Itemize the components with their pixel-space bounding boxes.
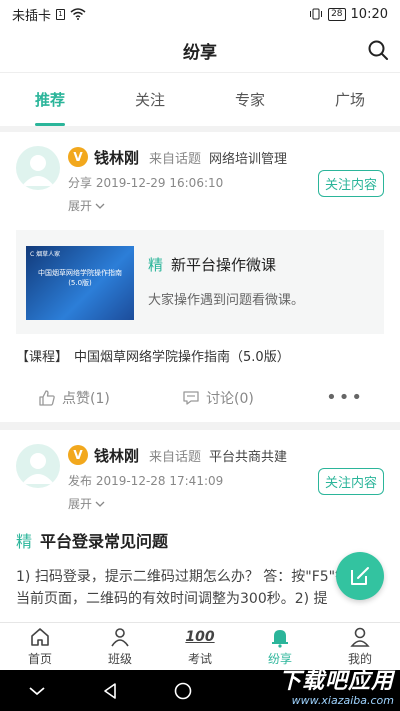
comment-button[interactable]: 讨论(0)	[182, 388, 254, 408]
compose-button[interactable]	[336, 552, 384, 600]
tab-experts[interactable]: 专家	[200, 73, 300, 126]
nav-share[interactable]: 纷享	[240, 623, 320, 670]
expand-label: 展开	[68, 199, 93, 213]
like-label: 点赞(1)	[62, 390, 110, 407]
post-body[interactable]: 1) 扫码登录，提示二维码过期怎么办？ 答：按"F5"键刷新当前页面，二维码的有…	[16, 566, 384, 610]
nav-me-label: 我的	[347, 652, 372, 666]
expand-toggle[interactable]: 展开	[68, 197, 105, 214]
class-icon	[111, 628, 129, 647]
post-card: V 钱林刚 来自话题 平台共商共建 发布 2019-12-28 17:41:09…	[0, 430, 400, 622]
chevron-down-icon[interactable]	[28, 685, 46, 697]
sim-icon: 1	[56, 8, 66, 20]
nav-home[interactable]: 首页	[0, 623, 80, 670]
author-name[interactable]: 钱林刚	[94, 147, 139, 168]
exam-icon: 100	[185, 629, 215, 645]
avatar[interactable]	[16, 146, 60, 190]
post-card: V 钱林刚 来自话题 网络培训管理 分享 2019-12-29 16:06:10…	[0, 132, 400, 422]
profile-icon	[350, 627, 370, 647]
search-icon[interactable]	[366, 38, 390, 62]
home-circle-icon[interactable]	[174, 682, 192, 700]
tab-recommend[interactable]: 推荐	[0, 73, 100, 126]
wifi-icon	[70, 8, 86, 20]
post-actions: 点赞(1) 讨论(0) •••	[16, 387, 384, 408]
course-title: 新平台操作微课	[171, 256, 277, 274]
tab-follow[interactable]: 关注	[100, 73, 200, 126]
post-title[interactable]: 精平台登录常见问题	[16, 528, 384, 552]
author-name[interactable]: 钱林刚	[94, 445, 139, 466]
page-title: 纷享	[183, 42, 217, 63]
feed-list[interactable]: V 钱林刚 来自话题 网络培训管理 分享 2019-12-29 16:06:10…	[0, 132, 400, 622]
featured-tag: 精	[16, 532, 33, 551]
watermark-title: 下载吧应用	[278, 669, 394, 694]
course-description: 大家操作遇到问题看微课。	[148, 293, 305, 308]
edit-icon	[351, 567, 369, 585]
nav-class-label: 班级	[107, 652, 132, 666]
watermark-logo: 下载吧应用 www.xiazaiba.com	[224, 670, 394, 711]
verified-badge-icon: V	[68, 445, 88, 465]
comment-icon	[183, 390, 199, 405]
comment-label: 讨论(0)	[206, 390, 254, 407]
bottom-nav: 首页 班级 100 考试 纷享 我的	[0, 622, 400, 670]
nav-class[interactable]: 班级	[80, 623, 160, 670]
from-label: 来自话题	[149, 151, 202, 167]
course-type-tag: 【课程】	[16, 350, 69, 365]
expand-label: 展开	[68, 497, 93, 511]
featured-tag: 精	[148, 256, 164, 274]
tab-bar: 推荐 关注 专家 广场	[0, 72, 400, 126]
clock-text: 10:20	[350, 6, 388, 22]
nav-share-label: 纷享	[267, 652, 292, 666]
nav-home-label: 首页	[27, 652, 52, 666]
user-icon	[22, 453, 54, 484]
thumbs-up-icon	[39, 389, 55, 406]
expand-toggle[interactable]: 展开	[68, 495, 105, 512]
course-thumbnail: C 烟草人家 中国烟草网络学院操作指南(5.0版)	[26, 246, 134, 320]
app-header: 纷享	[0, 28, 400, 72]
course-link-line[interactable]: 【课程】 中国烟草网络学院操作指南（5.0版）	[16, 346, 384, 365]
chevron-down-icon	[95, 203, 105, 209]
battery-icon: 28	[328, 7, 346, 21]
course-link-text: 中国烟草网络学院操作指南（5.0版）	[74, 350, 290, 365]
avatar[interactable]	[16, 444, 60, 488]
topic-link[interactable]: 平台共商共建	[209, 446, 287, 465]
watermark-url: www.xiazaiba.com	[291, 694, 394, 707]
follow-content-button[interactable]: 关注内容	[317, 468, 384, 495]
nav-exam[interactable]: 100 考试	[160, 623, 240, 670]
more-options-icon[interactable]: •••	[326, 387, 364, 408]
course-card[interactable]: C 烟草人家 中国烟草网络学院操作指南(5.0版) 精新平台操作微课 大家操作遇…	[16, 230, 384, 334]
thumbnail-title: 中国烟草网络学院操作指南(5.0版)	[38, 269, 122, 287]
vibrate-icon	[310, 8, 323, 20]
back-icon[interactable]	[102, 682, 118, 700]
from-label: 来自话题	[149, 449, 202, 465]
bell-icon	[272, 630, 288, 648]
follow-content-button[interactable]: 关注内容	[317, 170, 384, 197]
thumbnail-tag: C 烟草人家	[30, 251, 61, 258]
chevron-down-icon	[95, 501, 105, 507]
post-header: V 钱林刚 来自话题 平台共商共建 发布 2019-12-28 17:41:09…	[16, 444, 384, 512]
home-icon	[31, 628, 49, 646]
verified-badge-icon: V	[68, 147, 88, 167]
post-header: V 钱林刚 来自话题 网络培训管理 分享 2019-12-29 16:06:10…	[16, 146, 384, 214]
status-bar: 未插卡 1 28 10:20	[0, 0, 400, 28]
topic-link[interactable]: 网络培训管理	[209, 148, 287, 167]
carrier-text: 未插卡	[12, 8, 52, 24]
nav-me[interactable]: 我的	[320, 623, 400, 670]
user-icon	[22, 155, 54, 186]
tab-square[interactable]: 广场	[300, 73, 400, 126]
course-info: 精新平台操作微课 大家操作遇到问题看微课。	[148, 240, 304, 324]
nav-exam-label: 考试	[187, 652, 212, 666]
like-button[interactable]: 点赞(1)	[38, 388, 110, 408]
post-title-text: 平台登录常见问题	[40, 532, 169, 551]
